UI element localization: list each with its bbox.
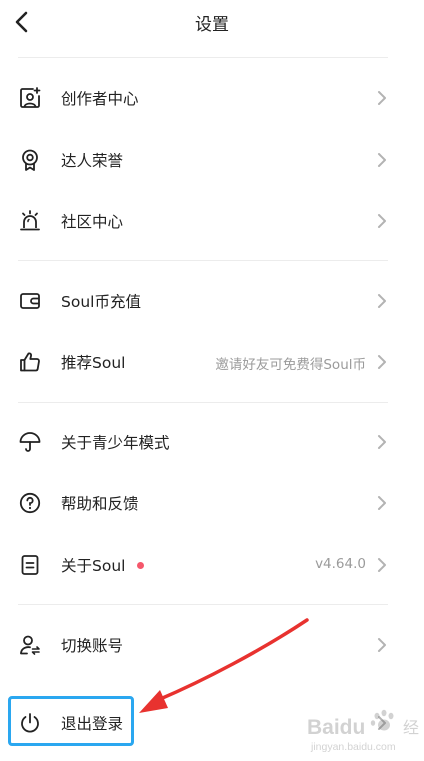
chevron-right-icon [378,91,386,105]
chevron-right-icon [378,214,386,228]
menu-item-soul-coin-recharge[interactable]: Soul币充值 [0,278,424,324]
watermark-brand-text: Baidu [307,716,365,739]
chevron-right-icon [378,294,386,308]
menu-item-label: 切换账号 [61,637,124,655]
menu-item-label: Soul币充值 [61,293,141,311]
menu-item-switch-account[interactable]: 切换账号 [0,622,424,668]
page-title: 设置 [195,15,229,35]
menu-item-label: 达人荣誉 [61,152,124,170]
alarm-light-icon [20,210,40,231]
svg-text:经验: 经验 [403,719,419,737]
menu-item-label: 关于Soul [61,557,126,575]
menu-item-label: 社区中心 [61,213,124,231]
watermark-sub-text: jingyan.baidu.com [310,741,396,753]
umbrella-icon [19,432,41,452]
chevron-right-icon [378,558,386,572]
menu-item-youth-mode[interactable]: 关于青少年模式 [0,419,424,465]
creator-portrait-icon [20,87,41,108]
medal-icon [22,149,38,171]
menu-item-label: 推荐Soul [61,354,126,372]
section-divider [18,402,388,403]
chevron-right-icon [378,435,386,449]
help-circle-icon [19,492,41,514]
menu-item-label: 创作者中心 [61,90,139,108]
version-text: v4.64.0 [315,556,366,572]
section-divider [18,57,388,58]
menu-item-about-soul[interactable]: 关于Soul v4.64.0 [0,542,424,588]
menu-item-recommend-soul[interactable]: 推荐Soul 邀请好友可免费得Soul币 [0,339,424,385]
top-bar: 设置 [0,0,424,44]
highlight-box [8,696,134,746]
chevron-right-icon [378,496,386,510]
menu-item-help-feedback[interactable]: 帮助和反馈 [0,480,424,526]
menu-item-expert-honor[interactable]: 达人荣誉 [0,137,424,183]
invite-hint-text: 邀请好友可免费得Soul币 [215,357,366,373]
section-divider [18,604,388,605]
chevron-right-icon [378,355,386,369]
switch-user-icon [20,635,40,655]
new-badge-dot [137,562,144,569]
baidu-watermark: Baidu 经验 jingyan.baidu.com [307,709,419,753]
menu-item-community-center[interactable]: 社区中心 [0,198,424,244]
chevron-right-icon [378,153,386,167]
wallet-icon [20,293,40,309]
menu-item-label: 关于青少年模式 [61,434,170,452]
menu-item-creator-center[interactable]: 创作者中心 [0,75,424,121]
menu-item-label: 帮助和反馈 [61,495,139,513]
section-divider [18,260,388,261]
chevron-right-icon [378,638,386,652]
thumbs-up-icon [20,352,40,372]
document-icon [21,555,39,575]
